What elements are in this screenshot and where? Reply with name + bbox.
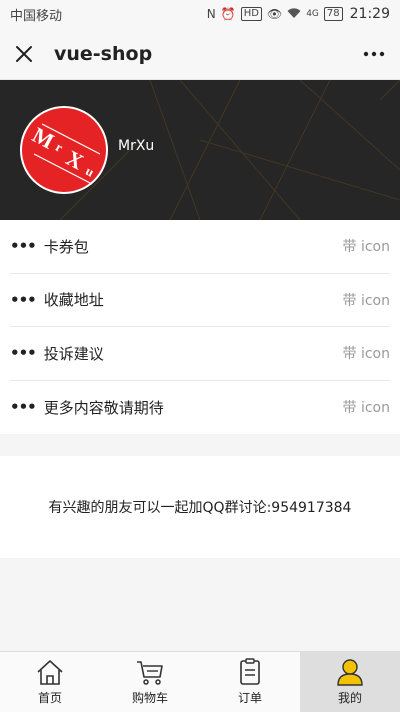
menu-item-label: 投诉建议 (43, 344, 104, 363)
more-icon (363, 51, 385, 56)
menu-item-tag: 带 icon (342, 400, 390, 417)
menu-item-tag: 带 icon (342, 239, 390, 256)
eye-icon: 👁 (266, 7, 283, 21)
username: MrXu (118, 138, 155, 154)
page-title: vue-shop (54, 42, 153, 65)
battery-icon: 78 (323, 7, 343, 21)
hd-icon: HD (240, 7, 262, 21)
status-time: 21:29 (349, 6, 390, 22)
close-button[interactable] (12, 42, 36, 66)
menu-item-coupons[interactable]: ••• 卡券包 带 icon (10, 220, 390, 274)
status-bar: 中国移动 N ⏰ HD 👁 4G 78 21:29 (0, 0, 400, 28)
carrier-label: 中国移动 (10, 8, 63, 24)
menu-item-label: 更多内容敬请期待 (43, 398, 164, 417)
tab-label: 订单 (237, 691, 262, 705)
home-icon (37, 660, 63, 685)
menu-list: ••• 卡券包 带 icon ••• 收藏地址 带 icon ••• 投诉建议 … (0, 220, 400, 434)
dots-icon: ••• (10, 237, 37, 256)
status-icons: N ⏰ HD 👁 4G 78 21:29 (207, 6, 390, 22)
bottom-tab-bar: 首页 购物车 订单 我的 (0, 651, 400, 712)
menu-item-favorite-address[interactable]: ••• 收藏地址 带 icon (10, 274, 390, 327)
app-screen: 中国移动 N ⏰ HD 👁 4G 78 21:29 vue-shop M r X… (0, 0, 400, 712)
tab-home[interactable]: 首页 (0, 652, 100, 712)
close-icon (16, 45, 32, 62)
wifi-icon (287, 7, 301, 21)
user-icon (337, 659, 363, 686)
tab-cart[interactable]: 购物车 (100, 652, 200, 712)
avatar[interactable]: M r X u (20, 106, 108, 194)
menu-item-feedback[interactable]: ••• 投诉建议 带 icon (10, 327, 390, 381)
cart-icon (137, 661, 163, 685)
tab-label: 购物车 (131, 691, 168, 705)
info-box: 有兴趣的朋友可以一起加QQ群讨论:954917384 (0, 456, 400, 558)
dots-icon: ••• (10, 344, 37, 363)
profile-banner: M r X u MrXu (0, 80, 400, 220)
menu-item-label: 收藏地址 (43, 291, 104, 310)
tab-label: 首页 (37, 691, 62, 705)
menu-item-tag: 带 icon (342, 292, 390, 309)
menu-item-label: 卡券包 (43, 237, 89, 256)
nfc-icon: N (206, 7, 216, 21)
more-options-button[interactable] (360, 42, 388, 66)
tab-orders[interactable]: 订单 (200, 652, 300, 712)
alarm-icon: ⏰ (220, 7, 236, 21)
qq-group-text: 有兴趣的朋友可以一起加QQ群讨论:954917384 (48, 500, 352, 516)
network-label: 4G (306, 8, 319, 19)
menu-item-more[interactable]: ••• 更多内容敬请期待 带 icon (10, 381, 390, 435)
nav-header: vue-shop (0, 28, 400, 80)
menu-item-tag: 带 icon (342, 346, 390, 363)
dots-icon: ••• (10, 398, 37, 417)
order-icon (240, 658, 260, 685)
dots-icon: ••• (10, 290, 37, 309)
tab-label: 我的 (337, 691, 362, 705)
tab-mine[interactable]: 我的 (300, 652, 400, 712)
